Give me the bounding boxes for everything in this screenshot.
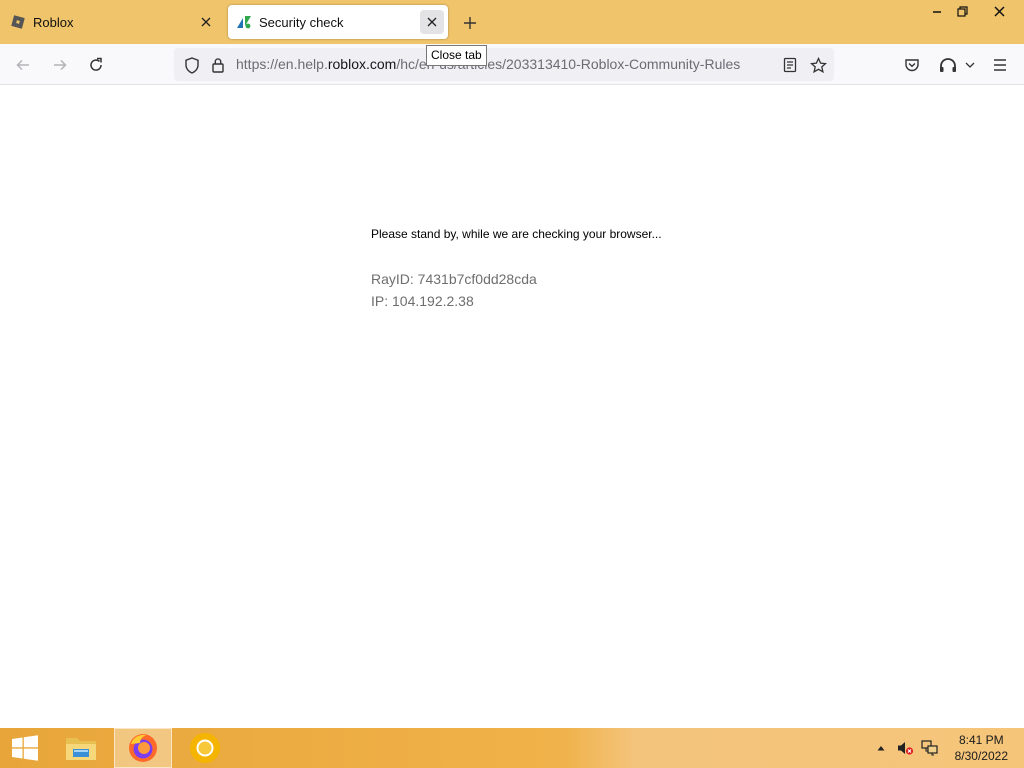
restore-button[interactable] [945, 0, 979, 22]
new-tab-button[interactable] [458, 11, 482, 35]
close-icon[interactable] [420, 10, 444, 34]
url-bar[interactable]: https://en.help.roblox.com/hc/en-us/arti… [174, 48, 834, 81]
tab-security-check[interactable]: Security check [228, 5, 448, 39]
url-prefix: https://en.help. [236, 56, 328, 72]
close-window-button[interactable] [982, 0, 1016, 22]
zendesk-logo-icon [236, 14, 252, 30]
volume-muted-icon[interactable] [894, 728, 916, 768]
reload-button[interactable] [82, 51, 110, 79]
start-button[interactable] [0, 728, 50, 768]
lock-icon[interactable] [204, 51, 232, 79]
forward-button[interactable] [46, 51, 74, 79]
roblox-logo-icon [10, 14, 26, 30]
arrow-left-icon [16, 59, 29, 71]
tab-roblox[interactable]: Roblox [0, 5, 222, 39]
clock-date: 8/30/2022 [954, 749, 1008, 763]
arrow-right-icon [54, 59, 67, 71]
firefox-icon [129, 734, 157, 762]
url-text[interactable]: https://en.help.roblox.com/hc/en-us/arti… [236, 56, 740, 72]
firefox-taskbar-button[interactable] [114, 728, 172, 768]
ip-address: IP: 104.192.2.38 [371, 293, 474, 309]
close-icon[interactable] [194, 10, 218, 34]
show-hidden-icons[interactable] [872, 728, 890, 768]
chevron-down-icon[interactable] [958, 51, 982, 79]
star-icon[interactable] [804, 51, 832, 79]
tab-title: Security check [259, 14, 344, 30]
clock[interactable]: 8:41 PM 8/30/2022 [955, 732, 1008, 764]
tab-title: Roblox [33, 14, 74, 30]
page-content: Please stand by, while we are checking y… [0, 85, 1024, 728]
windows-logo-icon [12, 735, 38, 761]
shield-icon[interactable] [178, 51, 206, 79]
reader-view-icon[interactable] [776, 51, 804, 79]
clock-time: 8:41 PM [958, 733, 1004, 747]
checking-browser-message: Please stand by, while we are checking y… [371, 227, 662, 241]
back-button[interactable] [9, 51, 37, 79]
navigation-toolbar: https://en.help.roblox.com/hc/en-us/arti… [0, 44, 1024, 85]
hamburger-menu-icon[interactable] [986, 51, 1014, 79]
url-host: roblox.com [327, 56, 397, 72]
close-tab-tooltip: Close tab [426, 45, 487, 66]
chrome-icon[interactable] [180, 728, 230, 768]
taskbar: 8:41 PM 8/30/2022 [0, 728, 1024, 768]
pocket-icon[interactable] [898, 51, 926, 79]
network-icon[interactable] [918, 728, 942, 768]
ray-id: RayID: 7431b7cf0dd28cda [371, 271, 537, 287]
file-explorer-icon[interactable] [56, 728, 106, 768]
reload-icon [90, 57, 102, 71]
tab-strip: Roblox Security check [0, 0, 1024, 44]
